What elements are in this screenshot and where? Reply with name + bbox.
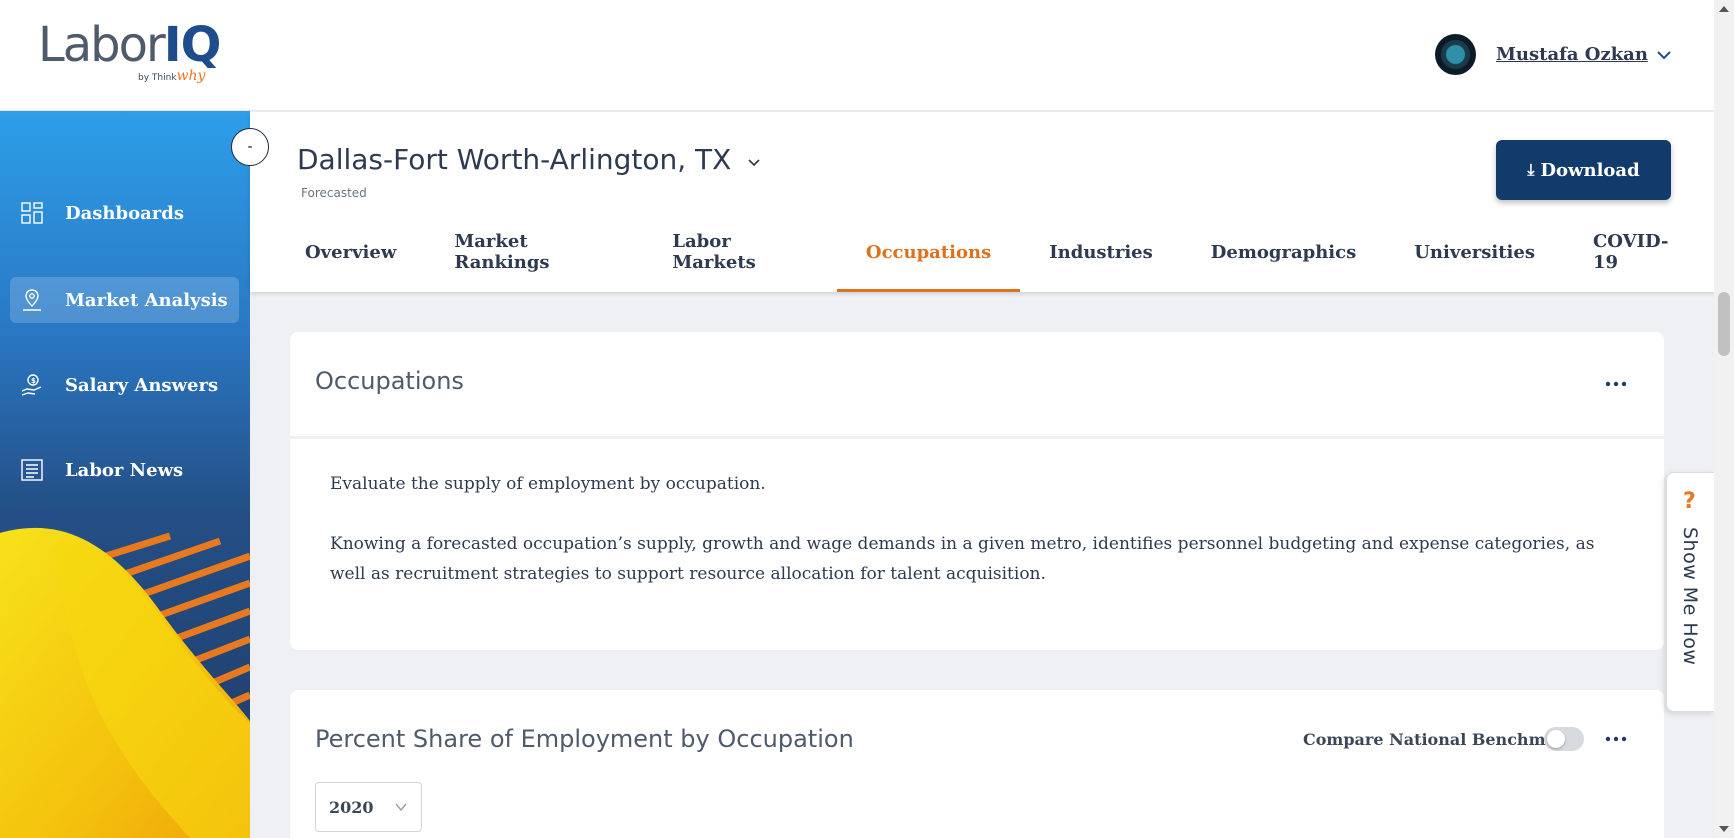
tab-universities[interactable]: Universities: [1385, 212, 1564, 292]
scrollbar-thumb[interactable]: [1718, 292, 1730, 356]
grid-icon: [21, 202, 43, 224]
tab-industries[interactable]: Industries: [1020, 212, 1182, 292]
year-value: 2020: [329, 797, 374, 817]
map-pin-icon: [23, 289, 41, 311]
chevron-down-icon[interactable]: [747, 156, 761, 170]
sidebar-item-label: Dashboards: [65, 202, 184, 224]
tab-overview[interactable]: Overview: [276, 212, 425, 292]
description-paragraph: Knowing a forecasted occupation’s supply…: [330, 534, 1595, 584]
tab-market-rankings[interactable]: Market Rankings: [425, 212, 643, 292]
logo-wordmark: LaborIQ: [38, 17, 221, 73]
scroll-down-arrow-icon[interactable]: [1719, 826, 1729, 832]
year-select[interactable]: 2020: [315, 782, 422, 832]
top-bar: LaborIQ by Thinkwhy Mustafa Ozkan: [0, 0, 1714, 111]
benchmark-toggle[interactable]: [1544, 727, 1584, 751]
sidebar: Dashboards Market Analysis $ Salary Answ…: [0, 111, 250, 838]
chevron-down-icon: [395, 803, 407, 812]
employment-share-card: Percent Share of Employment by Occupatio…: [290, 690, 1664, 838]
download-icon: ⤓: [1527, 160, 1535, 179]
toggle-knob: [1547, 730, 1565, 748]
tab-labor-markets[interactable]: Labor Markets: [643, 212, 837, 292]
tab-demographics[interactable]: Demographics: [1182, 212, 1385, 292]
svg-text:$: $: [31, 377, 36, 385]
sidebar-item-label: Salary Answers: [65, 374, 219, 396]
show-me-how-tab[interactable]: ? Show Me How: [1666, 472, 1714, 712]
description-paragraph: Evaluate the supply of employment by occ…: [330, 474, 766, 494]
show-me-how-label: Show Me How: [1679, 527, 1701, 666]
sidebar-item-market-analysis[interactable]: Market Analysis: [10, 277, 239, 323]
salary-hand-icon: $: [21, 374, 42, 396]
sidebar-collapse-button[interactable]: -: [231, 128, 269, 166]
metro-selector[interactable]: Dallas-Fort Worth-Arlington, TX: [297, 143, 731, 176]
card-title: Percent Share of Employment by Occupatio…: [315, 725, 854, 753]
chevron-down-icon[interactable]: [1656, 47, 1672, 63]
more-options-icon[interactable]: [1604, 380, 1628, 388]
user-avatar[interactable]: [1435, 34, 1476, 75]
news-icon: [21, 459, 43, 481]
download-button[interactable]: ⤓ Download: [1496, 140, 1671, 200]
laboriq-logo[interactable]: LaborIQ by Thinkwhy: [38, 20, 228, 90]
page-scrollbar[interactable]: [1714, 0, 1734, 838]
card-divider: [290, 436, 1664, 439]
sidebar-item-label: Market Analysis: [65, 289, 228, 311]
user-name-link[interactable]: Mustafa Ozkan: [1496, 44, 1648, 65]
download-label: Download: [1540, 159, 1640, 181]
section-tabs: Overview Market Rankings Labor Markets O…: [276, 212, 1714, 292]
forecast-label: Forecasted: [301, 186, 367, 200]
card-description: Evaluate the supply of employment by occ…: [330, 469, 1630, 589]
sidebar-item-salary-answers[interactable]: $ Salary Answers: [10, 362, 239, 408]
sidebar-item-dashboards[interactable]: Dashboards: [10, 190, 239, 236]
sidebar-item-labor-news[interactable]: Labor News: [10, 447, 239, 493]
card-title: Occupations: [315, 367, 464, 395]
more-options-icon[interactable]: [1604, 735, 1628, 743]
sidebar-item-label: Labor News: [65, 459, 184, 481]
question-icon: ?: [1683, 489, 1696, 514]
content-header: Dallas-Fort Worth-Arlington, TX Forecast…: [250, 112, 1714, 292]
logo-byline: by Thinkwhy: [138, 68, 206, 84]
tab-occupations[interactable]: Occupations: [836, 212, 1021, 292]
scroll-up-arrow-icon[interactable]: [1719, 6, 1729, 12]
benchmark-label: Compare National Benchmark: [1303, 730, 1576, 749]
tab-covid-19[interactable]: COVID-19: [1564, 212, 1714, 292]
occupations-intro-card: Occupations Evaluate the supply of emplo…: [290, 332, 1664, 650]
